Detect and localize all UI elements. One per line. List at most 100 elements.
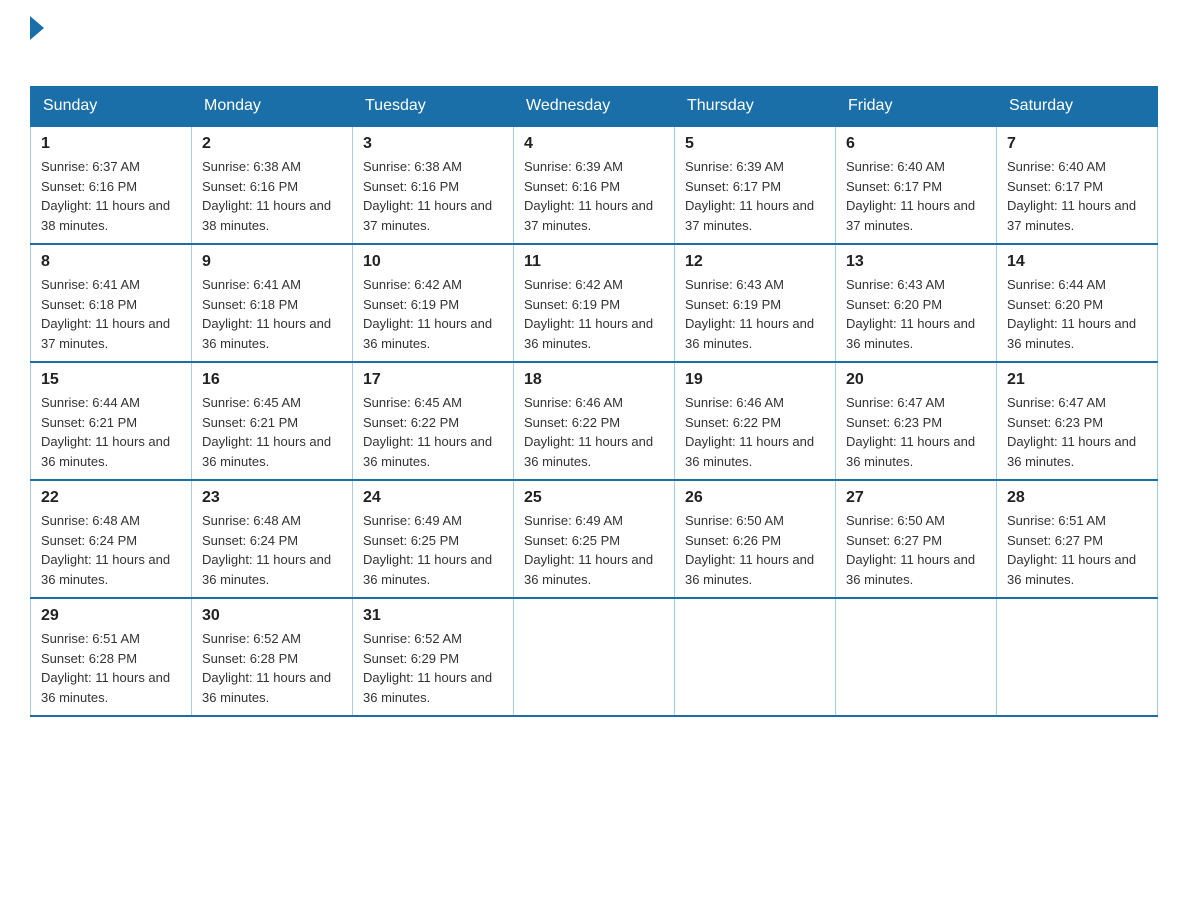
day-info: Sunrise: 6:43 AMSunset: 6:20 PMDaylight:… (846, 275, 986, 353)
weekday-header-row: SundayMondayTuesdayWednesdayThursdayFrid… (31, 87, 1158, 127)
day-info: Sunrise: 6:49 AMSunset: 6:25 PMDaylight:… (363, 511, 503, 589)
day-info: Sunrise: 6:48 AMSunset: 6:24 PMDaylight:… (41, 511, 181, 589)
day-number: 23 (202, 489, 342, 507)
calendar-cell: 17 Sunrise: 6:45 AMSunset: 6:22 PMDaylig… (353, 362, 514, 480)
calendar-cell: 19 Sunrise: 6:46 AMSunset: 6:22 PMDaylig… (675, 362, 836, 480)
calendar-cell: 24 Sunrise: 6:49 AMSunset: 6:25 PMDaylig… (353, 480, 514, 598)
day-number: 1 (41, 135, 181, 153)
calendar-cell: 11 Sunrise: 6:42 AMSunset: 6:19 PMDaylig… (514, 244, 675, 362)
calendar-cell: 5 Sunrise: 6:39 AMSunset: 6:17 PMDayligh… (675, 126, 836, 244)
calendar-cell: 9 Sunrise: 6:41 AMSunset: 6:18 PMDayligh… (192, 244, 353, 362)
calendar-cell: 23 Sunrise: 6:48 AMSunset: 6:24 PMDaylig… (192, 480, 353, 598)
day-number: 14 (1007, 253, 1147, 271)
day-info: Sunrise: 6:39 AMSunset: 6:17 PMDaylight:… (685, 157, 825, 235)
calendar-cell: 30 Sunrise: 6:52 AMSunset: 6:28 PMDaylig… (192, 598, 353, 716)
day-number: 7 (1007, 135, 1147, 153)
day-info: Sunrise: 6:48 AMSunset: 6:24 PMDaylight:… (202, 511, 342, 589)
weekday-header-saturday: Saturday (997, 87, 1158, 127)
calendar-cell: 25 Sunrise: 6:49 AMSunset: 6:25 PMDaylig… (514, 480, 675, 598)
calendar-week-row: 8 Sunrise: 6:41 AMSunset: 6:18 PMDayligh… (31, 244, 1158, 362)
day-info: Sunrise: 6:38 AMSunset: 6:16 PMDaylight:… (363, 157, 503, 235)
calendar-cell: 21 Sunrise: 6:47 AMSunset: 6:23 PMDaylig… (997, 362, 1158, 480)
day-info: Sunrise: 6:41 AMSunset: 6:18 PMDaylight:… (202, 275, 342, 353)
day-number: 26 (685, 489, 825, 507)
day-number: 3 (363, 135, 503, 153)
day-info: Sunrise: 6:40 AMSunset: 6:17 PMDaylight:… (846, 157, 986, 235)
day-info: Sunrise: 6:51 AMSunset: 6:28 PMDaylight:… (41, 629, 181, 707)
calendar-week-row: 1 Sunrise: 6:37 AMSunset: 6:16 PMDayligh… (31, 126, 1158, 244)
logo (30, 20, 44, 66)
calendar-cell: 27 Sunrise: 6:50 AMSunset: 6:27 PMDaylig… (836, 480, 997, 598)
day-number: 25 (524, 489, 664, 507)
day-info: Sunrise: 6:52 AMSunset: 6:29 PMDaylight:… (363, 629, 503, 707)
day-number: 9 (202, 253, 342, 271)
day-info: Sunrise: 6:44 AMSunset: 6:21 PMDaylight:… (41, 393, 181, 471)
day-number: 2 (202, 135, 342, 153)
calendar-cell: 4 Sunrise: 6:39 AMSunset: 6:16 PMDayligh… (514, 126, 675, 244)
logo-arrow-icon (30, 16, 44, 40)
weekday-header-sunday: Sunday (31, 87, 192, 127)
day-info: Sunrise: 6:47 AMSunset: 6:23 PMDaylight:… (846, 393, 986, 471)
day-number: 11 (524, 253, 664, 271)
day-info: Sunrise: 6:43 AMSunset: 6:19 PMDaylight:… (685, 275, 825, 353)
calendar-cell: 13 Sunrise: 6:43 AMSunset: 6:20 PMDaylig… (836, 244, 997, 362)
day-info: Sunrise: 6:50 AMSunset: 6:27 PMDaylight:… (846, 511, 986, 589)
calendar-cell: 7 Sunrise: 6:40 AMSunset: 6:17 PMDayligh… (997, 126, 1158, 244)
day-number: 15 (41, 371, 181, 389)
day-number: 5 (685, 135, 825, 153)
calendar-cell: 20 Sunrise: 6:47 AMSunset: 6:23 PMDaylig… (836, 362, 997, 480)
calendar-cell: 3 Sunrise: 6:38 AMSunset: 6:16 PMDayligh… (353, 126, 514, 244)
day-number: 6 (846, 135, 986, 153)
calendar-week-row: 22 Sunrise: 6:48 AMSunset: 6:24 PMDaylig… (31, 480, 1158, 598)
day-number: 16 (202, 371, 342, 389)
calendar-table: SundayMondayTuesdayWednesdayThursdayFrid… (30, 86, 1158, 717)
day-info: Sunrise: 6:47 AMSunset: 6:23 PMDaylight:… (1007, 393, 1147, 471)
day-number: 21 (1007, 371, 1147, 389)
day-number: 20 (846, 371, 986, 389)
calendar-cell (675, 598, 836, 716)
calendar-cell: 8 Sunrise: 6:41 AMSunset: 6:18 PMDayligh… (31, 244, 192, 362)
calendar-cell: 31 Sunrise: 6:52 AMSunset: 6:29 PMDaylig… (353, 598, 514, 716)
calendar-week-row: 15 Sunrise: 6:44 AMSunset: 6:21 PMDaylig… (31, 362, 1158, 480)
day-info: Sunrise: 6:38 AMSunset: 6:16 PMDaylight:… (202, 157, 342, 235)
day-number: 18 (524, 371, 664, 389)
day-number: 4 (524, 135, 664, 153)
weekday-header-thursday: Thursday (675, 87, 836, 127)
weekday-header-wednesday: Wednesday (514, 87, 675, 127)
weekday-header-tuesday: Tuesday (353, 87, 514, 127)
day-info: Sunrise: 6:52 AMSunset: 6:28 PMDaylight:… (202, 629, 342, 707)
calendar-cell: 15 Sunrise: 6:44 AMSunset: 6:21 PMDaylig… (31, 362, 192, 480)
calendar-week-row: 29 Sunrise: 6:51 AMSunset: 6:28 PMDaylig… (31, 598, 1158, 716)
calendar-cell: 16 Sunrise: 6:45 AMSunset: 6:21 PMDaylig… (192, 362, 353, 480)
calendar-cell: 1 Sunrise: 6:37 AMSunset: 6:16 PMDayligh… (31, 126, 192, 244)
day-info: Sunrise: 6:46 AMSunset: 6:22 PMDaylight:… (685, 393, 825, 471)
calendar-cell (514, 598, 675, 716)
day-number: 30 (202, 607, 342, 625)
day-info: Sunrise: 6:40 AMSunset: 6:17 PMDaylight:… (1007, 157, 1147, 235)
weekday-header-friday: Friday (836, 87, 997, 127)
day-number: 31 (363, 607, 503, 625)
day-info: Sunrise: 6:46 AMSunset: 6:22 PMDaylight:… (524, 393, 664, 471)
day-number: 29 (41, 607, 181, 625)
weekday-header-monday: Monday (192, 87, 353, 127)
day-info: Sunrise: 6:39 AMSunset: 6:16 PMDaylight:… (524, 157, 664, 235)
day-number: 12 (685, 253, 825, 271)
day-info: Sunrise: 6:45 AMSunset: 6:22 PMDaylight:… (363, 393, 503, 471)
calendar-cell: 2 Sunrise: 6:38 AMSunset: 6:16 PMDayligh… (192, 126, 353, 244)
calendar-cell: 26 Sunrise: 6:50 AMSunset: 6:26 PMDaylig… (675, 480, 836, 598)
day-number: 13 (846, 253, 986, 271)
day-info: Sunrise: 6:37 AMSunset: 6:16 PMDaylight:… (41, 157, 181, 235)
day-number: 27 (846, 489, 986, 507)
calendar-cell: 12 Sunrise: 6:43 AMSunset: 6:19 PMDaylig… (675, 244, 836, 362)
day-info: Sunrise: 6:50 AMSunset: 6:26 PMDaylight:… (685, 511, 825, 589)
day-number: 28 (1007, 489, 1147, 507)
calendar-cell: 28 Sunrise: 6:51 AMSunset: 6:27 PMDaylig… (997, 480, 1158, 598)
day-info: Sunrise: 6:42 AMSunset: 6:19 PMDaylight:… (363, 275, 503, 353)
calendar-cell: 18 Sunrise: 6:46 AMSunset: 6:22 PMDaylig… (514, 362, 675, 480)
calendar-cell: 14 Sunrise: 6:44 AMSunset: 6:20 PMDaylig… (997, 244, 1158, 362)
day-info: Sunrise: 6:41 AMSunset: 6:18 PMDaylight:… (41, 275, 181, 353)
calendar-cell (836, 598, 997, 716)
calendar-cell: 22 Sunrise: 6:48 AMSunset: 6:24 PMDaylig… (31, 480, 192, 598)
calendar-cell: 29 Sunrise: 6:51 AMSunset: 6:28 PMDaylig… (31, 598, 192, 716)
calendar-cell (997, 598, 1158, 716)
